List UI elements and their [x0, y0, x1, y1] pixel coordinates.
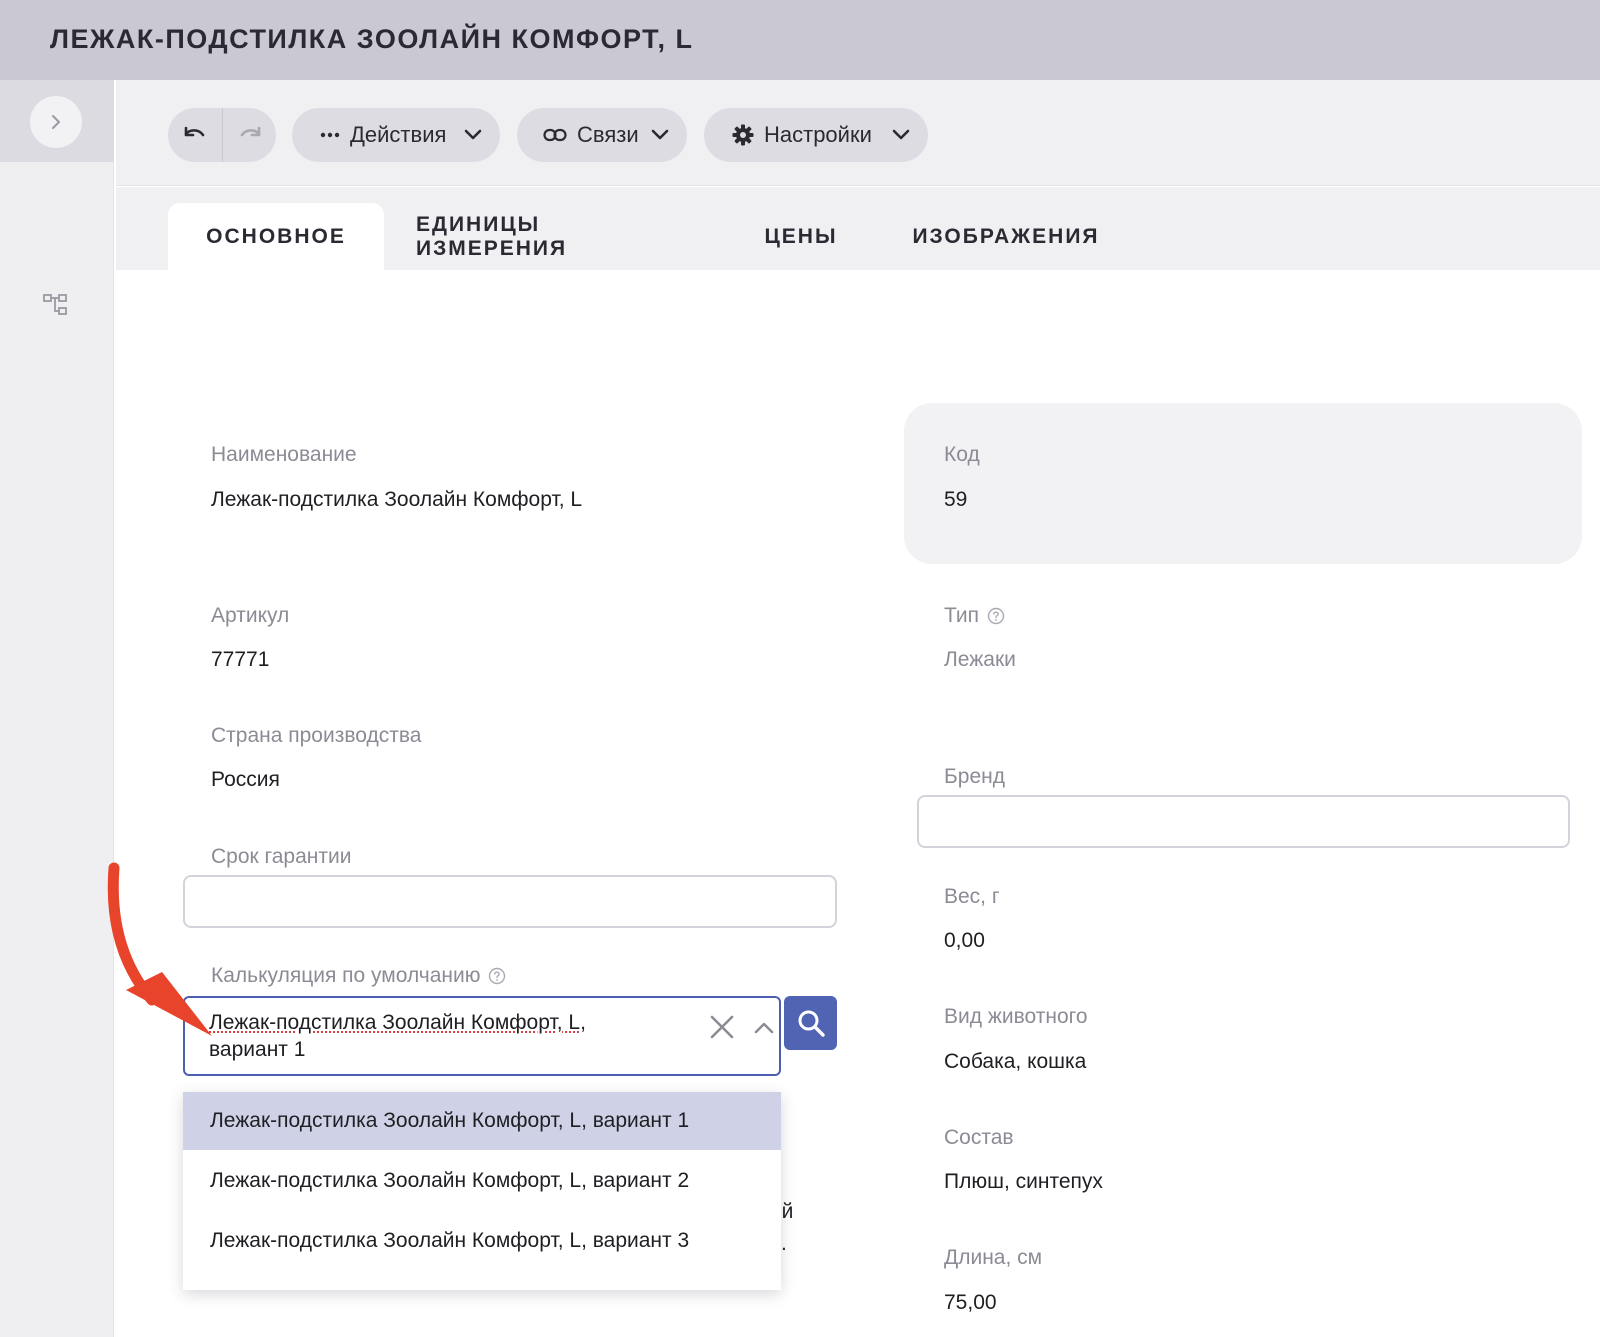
dropdown-option[interactable]: Лежак-подстилка Зоолайн Комфорт, L, вари…	[183, 1092, 781, 1150]
tab-main[interactable]: ОСНОВНОЕ	[168, 203, 384, 270]
tab-images[interactable]: ИЗОБРАЖЕНИЯ	[906, 203, 1106, 270]
country-label: Страна производства	[211, 724, 422, 747]
animal-label: Вид животного	[944, 1005, 1088, 1028]
composition-value: Плюш, синтепух	[944, 1170, 1103, 1193]
redo-button[interactable]	[222, 108, 276, 162]
article-label: Артикул	[211, 604, 290, 627]
name-value: Лежак-подстилка Зоолайн Комфорт, L	[211, 488, 583, 511]
help-circle-icon[interactable]	[488, 967, 506, 985]
redo-icon	[240, 126, 260, 137]
chevron-down-icon	[464, 129, 482, 140]
sidebar	[0, 80, 114, 1337]
warranty-label: Срок гарантии	[211, 845, 352, 868]
actions-label: Действия	[350, 122, 447, 147]
chevron-down-icon	[651, 129, 669, 140]
links-label: Связи	[577, 122, 639, 147]
brand-input[interactable]	[917, 795, 1570, 848]
help-circle-icon[interactable]	[987, 607, 1005, 625]
search-icon	[798, 1010, 825, 1037]
code-panel	[904, 403, 1582, 564]
calculation-value-line-1: Лежак-подстилка Зоолайн Комфорт, L,	[209, 1011, 586, 1034]
length-value: 75,00	[944, 1291, 997, 1314]
sidebar-toggle-area	[0, 80, 114, 162]
chevron-right-icon	[52, 115, 60, 129]
clear-x-icon[interactable]	[707, 1012, 737, 1042]
sidebar-expand-button[interactable]	[30, 96, 82, 148]
tab-bar: ОСНОВНОЕ ЕДИНИЦЫ ИЗМЕРЕНИЯ ЦЕНЫ ИЗОБРАЖЕ…	[116, 187, 1600, 270]
tab-prices[interactable]: ЦЕНЫ	[746, 203, 856, 270]
calculation-search-button[interactable]	[784, 996, 837, 1050]
code-label: Код	[944, 443, 980, 466]
chevron-up-icon[interactable]	[752, 1016, 776, 1040]
actions-menu-button[interactable]: Действия	[292, 108, 500, 162]
brand-label: Бренд	[944, 765, 1005, 788]
warranty-input[interactable]	[183, 875, 837, 928]
tree-structure-icon[interactable]	[42, 292, 70, 320]
dropdown-option[interactable]: Лежак-подстилка Зоолайн Комфорт, L, вари…	[183, 1212, 781, 1270]
undo-icon	[184, 126, 205, 137]
calculation-selected-value: Лежак-подстилка Зоолайн Комфорт, L, вари…	[209, 1009, 629, 1063]
name-label: Наименование	[211, 443, 357, 466]
article-value: 77771	[211, 648, 270, 671]
calculation-value-line-2: вариант 1	[209, 1038, 306, 1061]
calculation-label-text: Калькуляция по умолчанию	[211, 964, 481, 987]
link-icon	[543, 128, 567, 142]
settings-label: Настройки	[764, 122, 872, 147]
calculation-label: Калькуляция по умолчанию	[211, 964, 506, 988]
code-value: 59	[944, 488, 968, 511]
more-dots-icon	[320, 132, 340, 138]
tab-units[interactable]: ЕДИНИЦЫ ИЗМЕРЕНИЯ	[416, 203, 696, 270]
type-label-text: Тип	[944, 604, 980, 627]
links-menu-button[interactable]: Связи	[517, 108, 687, 162]
undo-button[interactable]	[168, 108, 222, 162]
type-value: Лежаки	[944, 648, 1016, 671]
weight-value: 0,00	[944, 929, 985, 952]
chevron-down-icon	[892, 129, 910, 140]
calculation-combobox[interactable]: Лежак-подстилка Зоолайн Комфорт, L, вари…	[183, 996, 781, 1076]
dropdown-option[interactable]: Лежак-подстилка Зоолайн Комфорт, L, вари…	[183, 1152, 781, 1210]
weight-label: Вес, г	[944, 885, 1000, 908]
toolbar: Действия Связи Настройки	[116, 80, 1600, 186]
country-value: Россия	[211, 768, 280, 791]
animal-value: Собака, кошка	[944, 1050, 1087, 1073]
composition-label: Состав	[944, 1126, 1014, 1149]
title-bar: ЛЕЖАК-ПОДСТИЛКА ЗООЛАЙН КОМФОРТ, L	[0, 0, 1600, 80]
page-title: ЛЕЖАК-ПОДСТИЛКА ЗООЛАЙН КОМФОРТ, L	[50, 24, 694, 54]
calculation-dropdown: Лежак-подстилка Зоолайн Комфорт, L, вари…	[183, 1092, 781, 1290]
type-label: Тип	[944, 604, 1005, 628]
length-label: Длина, см	[944, 1246, 1043, 1269]
undo-redo-group	[168, 108, 276, 162]
annotation-arrow-icon	[107, 862, 212, 1036]
settings-menu-button[interactable]: Настройки	[704, 108, 928, 162]
gear-icon	[732, 124, 754, 146]
